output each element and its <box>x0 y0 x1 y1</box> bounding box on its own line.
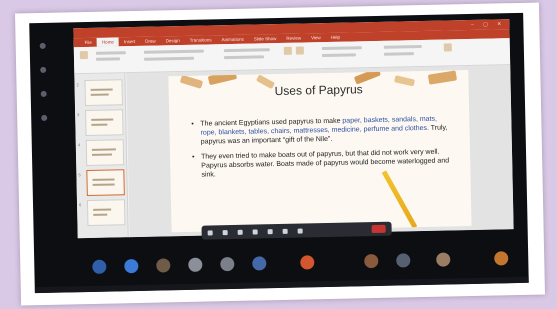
meeting-screen: – ▢ ✕ File Home Insert Draw Design Trans… <box>29 12 529 294</box>
mic-icon[interactable] <box>237 229 243 235</box>
sidebar-dot <box>40 90 47 97</box>
thumbnail-number: 4 <box>77 142 81 148</box>
font-format-controls[interactable] <box>143 56 195 61</box>
more-icon[interactable] <box>267 228 273 234</box>
upload-icon[interactable] <box>297 228 303 234</box>
thumbnail-number: 6 <box>78 202 82 208</box>
tab-home[interactable]: Home <box>96 37 120 47</box>
participant-avatar[interactable] <box>252 256 267 271</box>
shapes-icon[interactable] <box>283 46 292 55</box>
thumbnail-line <box>91 148 116 151</box>
sidebar-dot <box>39 42 46 49</box>
paragraph-controls[interactable] <box>223 55 265 60</box>
font-selector[interactable] <box>143 49 204 54</box>
paste-icon[interactable] <box>79 50 88 60</box>
slide-thumbnail[interactable] <box>85 139 125 167</box>
end-call-button[interactable] <box>371 224 386 234</box>
thumbnail-line <box>90 93 109 96</box>
participant-avatar[interactable] <box>188 257 203 272</box>
thumbnail-line <box>91 123 108 126</box>
editing-controls[interactable] <box>383 44 422 49</box>
share-icon[interactable] <box>252 228 258 235</box>
bullet-text: They even tried to make boats out of pap… <box>200 148 450 179</box>
tab-help[interactable]: Help <box>326 33 345 42</box>
slide-thumbnail[interactable] <box>84 79 123 107</box>
participant-avatar[interactable] <box>436 252 451 267</box>
tab-insert[interactable]: Insert <box>119 37 140 46</box>
thumbnail-line <box>93 213 108 216</box>
powerpoint-window: – ▢ ✕ File Home Insert Draw Design Trans… <box>73 19 514 239</box>
sidebar-dot <box>41 114 48 121</box>
slide-editor: Uses of Papyrus The ancient Egyptians us… <box>126 65 514 238</box>
ribbon-control[interactable] <box>95 57 121 61</box>
thumbnail-line <box>91 118 114 121</box>
participant-avatar[interactable] <box>364 253 379 269</box>
tab-view[interactable]: View <box>306 33 326 42</box>
current-slide[interactable]: Uses of Papyrus The ancient Egyptians us… <box>168 70 472 233</box>
camera-icon[interactable] <box>222 229 228 235</box>
sidebar-dot <box>40 66 47 73</box>
participant-avatar[interactable] <box>220 256 235 272</box>
thumbnail-line <box>91 153 113 156</box>
slide-thumbnail[interactable] <box>86 199 126 227</box>
participant-avatar[interactable] <box>124 258 139 274</box>
drawing-controls[interactable] <box>321 46 362 51</box>
thumbnail-line <box>92 178 115 181</box>
editing-controls[interactable] <box>383 52 414 56</box>
participant-avatar[interactable] <box>300 255 315 270</box>
tab-draw[interactable]: Draw <box>140 36 161 45</box>
thumbnail-number: 2 <box>76 82 79 88</box>
participant-avatar[interactable] <box>396 253 411 268</box>
meeting-control-bar <box>201 221 392 240</box>
slide-thumbnail[interactable] <box>85 109 124 137</box>
slide-thumbnail-selected[interactable] <box>86 169 125 197</box>
participant-avatar[interactable] <box>494 251 509 266</box>
slide-thumbnail-pane: 2 3 4 5 6 <box>74 73 129 239</box>
slide-body: The ancient Egyptians used papyrus to ma… <box>191 114 454 185</box>
bullet-item: They even tried to make boats out of pap… <box>192 147 455 179</box>
paragraph-controls[interactable] <box>223 48 270 53</box>
thumbnail-line <box>93 208 112 211</box>
keyword-text: paper, baskets, <box>342 116 390 125</box>
ribbon-control[interactable] <box>95 51 126 55</box>
participant-avatar[interactable] <box>156 258 171 273</box>
arrange-icon[interactable] <box>295 46 304 55</box>
wood-shaving-decoration <box>207 70 238 86</box>
left-sidebar <box>29 22 75 223</box>
chat-icon[interactable] <box>207 229 213 236</box>
thumbnail-number: 5 <box>78 172 81 178</box>
window-controls[interactable]: – ▢ ✕ <box>471 19 506 30</box>
drawing-controls[interactable] <box>321 53 356 58</box>
designer-icon[interactable] <box>443 43 452 52</box>
participant-avatar[interactable] <box>92 259 107 274</box>
tab-file[interactable]: File <box>80 38 97 47</box>
thumbnail-number: 3 <box>77 112 80 118</box>
thumbnail-line <box>90 88 113 91</box>
thumbnail-line <box>92 183 115 186</box>
grid-icon[interactable] <box>282 228 288 234</box>
bullet-item: The ancient Egyptians used papyrus to ma… <box>191 114 454 146</box>
